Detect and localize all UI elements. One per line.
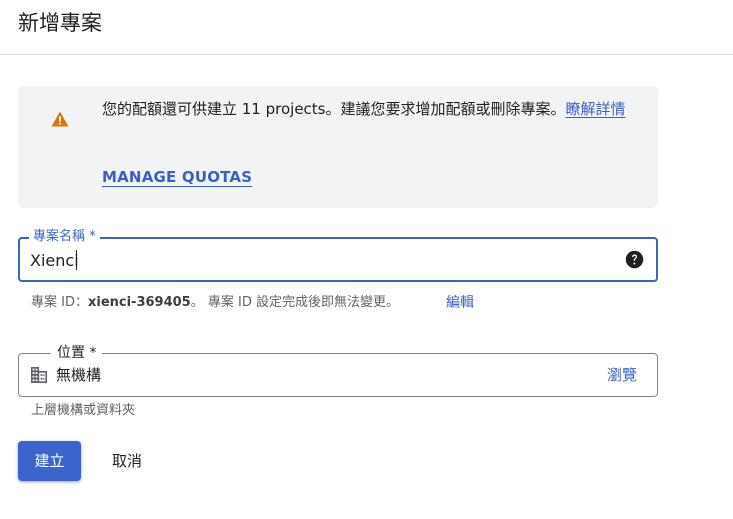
project-name-input[interactable] xyxy=(30,248,610,272)
edit-project-id-link[interactable]: 編輯 xyxy=(446,293,474,313)
location-helper-text: 上層機構或資料夾 xyxy=(31,403,136,418)
page-title: 新增專案 xyxy=(18,11,102,35)
text-cursor xyxy=(76,250,77,270)
building-icon xyxy=(31,367,47,383)
warning-triangle-icon xyxy=(51,111,69,127)
project-id-note: 。 專案 ID 設定完成後即無法變更。 xyxy=(190,295,399,310)
project-id-prefix: 專案 ID： xyxy=(31,295,88,310)
location-field[interactable]: 位置 * 無機構 瀏覽 xyxy=(18,344,658,397)
project-id-value: xienci-369405 xyxy=(87,295,191,310)
project-id-info: 專案 ID：xienci-369405。 專案 ID 設定完成後即無法變更。 xyxy=(31,293,399,313)
quota-notice: 您的配額還可供建立 11 projects。建議您要求增加配額或刪除專案。瞭解詳… xyxy=(18,86,658,208)
location-label: 位置 * xyxy=(51,344,103,362)
manage-quotas-link[interactable]: MANAGE QUOTAS xyxy=(102,166,252,188)
new-project-page: 新增專案 您的配額還可供建立 11 projects。建議您要求增加配額或刪除專… xyxy=(0,0,733,519)
page-header: 新增專案 xyxy=(0,0,733,55)
location-value: 無機構 xyxy=(56,366,102,384)
create-button[interactable]: 建立 xyxy=(18,441,81,481)
project-name-label: 專案名稱 * xyxy=(29,228,100,246)
quota-message: 您的配額還可供建立 11 projects。建議您要求增加配額或刪除專案。 xyxy=(102,100,566,118)
project-name-field[interactable]: 專案名稱 * xyxy=(18,228,658,282)
browse-location-link[interactable]: 瀏覽 xyxy=(607,364,637,386)
quota-message-block: 您的配額還可供建立 11 projects。建議您要求增加配額或刪除專案。瞭解詳… xyxy=(102,97,642,122)
cancel-button[interactable]: 取消 xyxy=(98,441,156,481)
help-circle-icon[interactable] xyxy=(624,249,645,270)
learn-more-link[interactable]: 瞭解詳情 xyxy=(566,100,626,118)
